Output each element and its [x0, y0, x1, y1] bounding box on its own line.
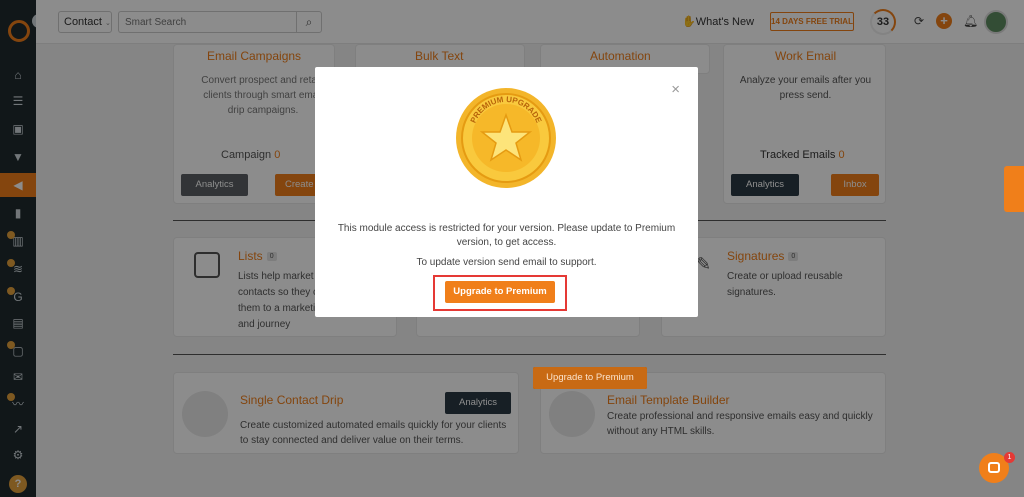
upgrade-to-premium-badge-dimmed[interactable]: Upgrade to Premium: [533, 367, 647, 389]
restriction-message: This module access is restricted for you…: [337, 223, 676, 248]
chat-icon: [988, 462, 1000, 473]
support-message: To update version send email to support.: [416, 257, 597, 268]
chat-notification-badge: 1: [1004, 452, 1015, 463]
close-icon[interactable]: ×: [671, 81, 680, 98]
premium-upgrade-modal: × PREMIUM UPGRADE This module access is …: [315, 67, 698, 317]
feedback-side-tab[interactable]: [1004, 166, 1024, 212]
upgrade-to-premium-button[interactable]: Upgrade to Premium: [445, 281, 555, 303]
premium-medal-icon: PREMIUM UPGRADE: [456, 88, 556, 188]
